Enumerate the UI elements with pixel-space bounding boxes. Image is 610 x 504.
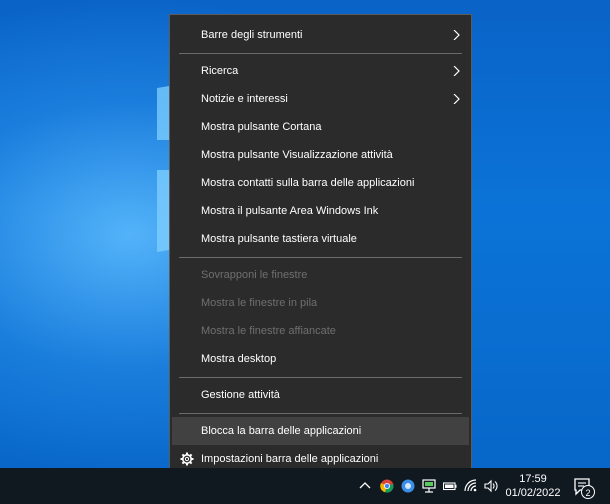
chevron-up-icon[interactable]: [358, 479, 372, 493]
menu-item-label: Mostra pulsante Cortana: [201, 121, 322, 133]
menu-item-search[interactable]: Ricerca: [172, 57, 469, 85]
menu-item-label: Ricerca: [201, 65, 239, 77]
chevron-right-icon: [453, 94, 460, 104]
menu-separator: [179, 377, 462, 378]
menu-separator: [179, 53, 462, 54]
menu-item-stack-windows: Mostra le finestre in pila: [172, 289, 469, 317]
wifi-icon[interactable]: [464, 479, 478, 493]
menu-item-label: Mostra le finestre affiancate: [201, 325, 336, 337]
speaker-icon[interactable]: [484, 479, 498, 493]
menu-item-cascade-windows: Sovrapponi le finestre: [172, 261, 469, 289]
menu-separator: [179, 413, 462, 414]
menu-item-label: Mostra pulsante Visualizzazione attività: [201, 149, 393, 161]
chrome-icon[interactable]: [380, 479, 394, 493]
taskbar-context-menu: Barre degli strumenti Ricerca Notizie e …: [169, 14, 472, 481]
menu-item-lock-taskbar[interactable]: Blocca la barra delle applicazioni: [172, 417, 469, 445]
menu-item-label: Mostra il pulsante Area Windows Ink: [201, 205, 379, 217]
network-device-icon[interactable]: [422, 479, 436, 493]
menu-item-show-cortana[interactable]: Mostra pulsante Cortana: [172, 113, 469, 141]
menu-item-show-touch-keyboard[interactable]: Mostra pulsante tastiera virtuale: [172, 225, 469, 253]
menu-item-label: Blocca la barra delle applicazioni: [201, 425, 362, 437]
battery-icon[interactable]: [443, 479, 457, 493]
menu-item-label: Mostra desktop: [201, 353, 277, 365]
menu-item-show-windows-ink[interactable]: Mostra il pulsante Area Windows Ink: [172, 197, 469, 225]
menu-item-label: Sovrapponi le finestre: [201, 269, 308, 281]
menu-item-task-manager[interactable]: Gestione attività: [172, 381, 469, 409]
notification-count-badge: 2: [581, 485, 595, 499]
menu-item-news-interests[interactable]: Notizie e interessi: [172, 85, 469, 113]
app-icon[interactable]: [401, 479, 415, 493]
menu-item-show-task-view[interactable]: Mostra pulsante Visualizzazione attività: [172, 141, 469, 169]
menu-item-label: Barre degli strumenti: [201, 29, 303, 41]
menu-item-label: Gestione attività: [201, 389, 280, 401]
menu-item-side-by-side-windows: Mostra le finestre affiancate: [172, 317, 469, 345]
menu-item-show-people[interactable]: Mostra contatti sulla barra delle applic…: [172, 169, 469, 197]
menu-separator: [179, 257, 462, 258]
chevron-right-icon: [453, 66, 460, 76]
menu-item-label: Mostra le finestre in pila: [201, 297, 318, 309]
menu-item-label: Mostra contatti sulla barra delle applic…: [201, 177, 415, 189]
menu-item-show-desktop[interactable]: Mostra desktop: [172, 345, 469, 373]
chevron-right-icon: [453, 30, 460, 40]
gear-icon: [180, 452, 194, 466]
taskbar-clock[interactable]: 17:59 01/02/2022: [502, 472, 564, 500]
clock-time: 17:59: [519, 473, 547, 485]
clock-date: 01/02/2022: [505, 487, 561, 499]
menu-item-toolbars[interactable]: Barre degli strumenti: [172, 21, 469, 49]
menu-item-label: Notizie e interessi: [201, 93, 288, 105]
menu-item-label: Mostra pulsante tastiera virtuale: [201, 233, 357, 245]
